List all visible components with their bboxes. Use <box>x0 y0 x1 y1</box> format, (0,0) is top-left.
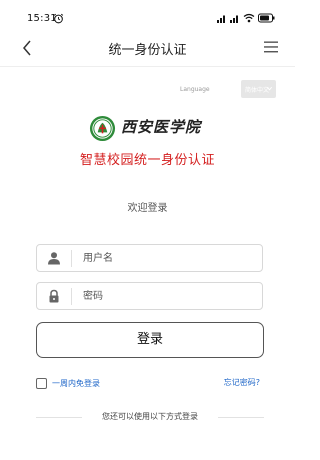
language-select[interactable]: 简体中文 <box>241 80 276 98</box>
user-icon <box>48 252 60 265</box>
system-subtitle: 智慧校园统一身份认证 <box>79 153 215 168</box>
lock-icon <box>49 289 59 303</box>
forgot-password-link[interactable]: 忘记密码? <box>224 377 260 388</box>
hamburger-menu-icon[interactable] <box>263 40 279 54</box>
battery-icon <box>258 13 275 23</box>
divider-line <box>218 417 264 418</box>
status-icons <box>217 12 275 24</box>
app-header: 统一身份认证 <box>0 34 295 62</box>
welcome-text: 欢迎登录 <box>127 203 168 214</box>
login-screen: 15:31 统一身份认证 Language 简体中文 西安医学院 智慧校园统一身… <box>0 0 295 460</box>
wifi-icon <box>243 13 255 23</box>
school-emblem-icon <box>89 115 116 142</box>
header-divider <box>0 66 295 67</box>
page-title: 统一身份认证 <box>108 43 187 58</box>
signal-icon <box>217 15 225 23</box>
username-input[interactable] <box>83 248 253 268</box>
password-field[interactable] <box>36 282 263 310</box>
school-name-logo: 西安医学院 <box>121 118 202 136</box>
remember-me-checkbox[interactable] <box>36 377 47 389</box>
status-bar: 15:31 <box>0 0 295 30</box>
chevron-down-icon <box>266 86 273 91</box>
language-label: Language <box>180 86 210 93</box>
password-input[interactable] <box>83 286 253 306</box>
login-button[interactable]: 登录 <box>36 322 264 358</box>
remember-me-label[interactable]: 一周内免登录 <box>52 378 100 389</box>
alarm-icon <box>53 13 64 24</box>
remember-me-option[interactable]: 一周内免登录 <box>36 376 100 390</box>
alt-login-divider: 您还可以使用以下方式登录 <box>36 410 264 424</box>
username-field[interactable] <box>36 244 263 272</box>
field-divider <box>71 250 72 267</box>
signal-icon <box>230 15 238 23</box>
field-divider <box>71 288 72 305</box>
